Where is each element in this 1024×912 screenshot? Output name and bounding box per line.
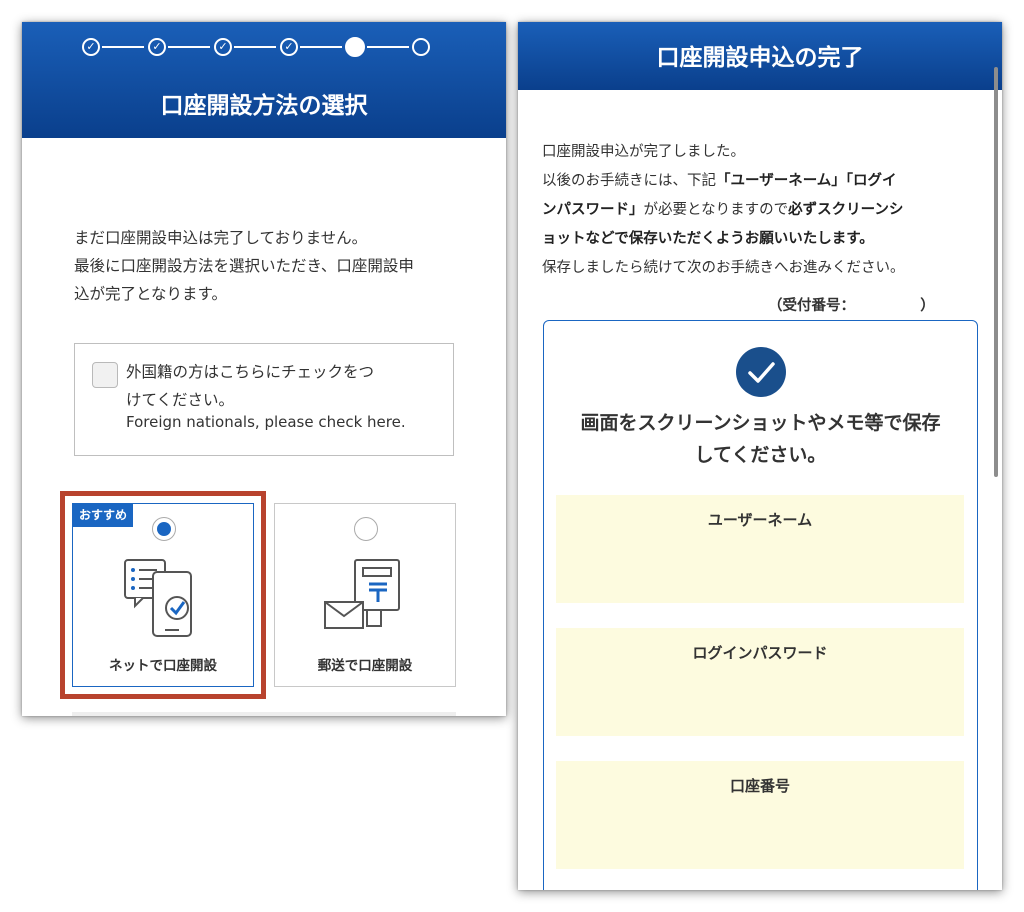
message-line: ンパスワード」が必要となりますので必ずスクリーンシ <box>542 196 982 225</box>
message-line: 以後のお手続きには、下記「ユーザーネーム」「ログイ <box>542 167 982 196</box>
phone-document-check-icon <box>124 559 192 637</box>
progress-stepper: ✓ ✓ ✓ ✓ <box>82 37 442 60</box>
login-password-field: ログインパスワード <box>556 628 964 736</box>
radio-open-online[interactable] <box>152 517 176 541</box>
save-instruction: 画面をスクリーンショットやメモ等で保存 してください。 <box>544 407 977 471</box>
step-2-done: ✓ <box>148 38 166 56</box>
username-field: ユーザーネーム <box>556 495 964 603</box>
option-open-online[interactable]: おすすめ ネットで口座開設 <box>72 503 254 687</box>
scrollbar[interactable] <box>994 67 998 477</box>
foreign-national-checkbox-group[interactable]: 外国籍の方はこちらにチェックをつ けてください。 Foreign nationa… <box>74 343 454 456</box>
page-title: 口座開設申込の完了 <box>656 45 864 71</box>
text: が必要となりますので <box>643 202 789 218</box>
recommended-badge: おすすめ <box>73 504 134 527</box>
label-line: 外国籍の方はこちらにチェックをつ <box>126 363 375 381</box>
option-label: ネットで口座開設 <box>109 658 217 674</box>
receipt-number: （受付番号： ） <box>768 298 935 314</box>
option-label: 郵送で口座開設 <box>317 658 413 674</box>
instruction-line: 画面をスクリーンショットやメモ等で保存 <box>580 412 941 434</box>
text: 以後のお手続きには、下記 <box>542 173 716 189</box>
credentials-box: 画面をスクリーンショットやメモ等で保存 してください。 ユーザーネーム ログイン… <box>543 320 978 890</box>
emphasis: ョットなどで保存いただくようお願いいたします。 <box>542 231 874 247</box>
mail-envelope-post-icon <box>324 559 400 629</box>
foreign-national-label-en: Foreign nationals, please check here. <box>126 413 406 431</box>
step-connector <box>367 46 409 48</box>
intro-line: 最後に口座開設方法を選択いただき、口座開設申 <box>74 257 414 275</box>
step-connector <box>168 46 210 48</box>
intro-text: まだ口座開設申込は完了しておりません。 最後に口座開設方法を選択いただき、口座開… <box>74 224 474 308</box>
emphasis: 「ユーザーネーム」「ログイ <box>716 173 897 189</box>
step-5-current <box>345 37 365 57</box>
field-label: 口座番号 <box>729 777 790 795</box>
label-line: けてください。 <box>126 391 235 409</box>
step-connector <box>234 46 276 48</box>
message-line: ョットなどで保存いただくようお願いいたします。 <box>542 225 982 254</box>
radio-open-by-mail[interactable] <box>354 517 378 541</box>
step-1-done: ✓ <box>82 38 100 56</box>
intro-line: まだ口座開設申込は完了しておりません。 <box>74 229 368 247</box>
step-3-done: ✓ <box>214 38 232 56</box>
divider <box>72 712 456 716</box>
step-4-done: ✓ <box>280 38 298 56</box>
check-circle-icon <box>736 347 786 397</box>
option-open-by-mail[interactable]: 郵送で口座開設 <box>274 503 456 687</box>
step-connector <box>300 46 342 48</box>
completion-message: 口座開設申込が完了しました。 以後のお手続きには、下記「ユーザーネーム」「ログイ… <box>542 138 982 283</box>
application-complete-panel: 口座開設申込の完了 口座開設申込が完了しました。 以後のお手続きには、下記「ユー… <box>518 22 1002 890</box>
step-6-pending <box>412 38 430 56</box>
intro-line: 込が完了となります。 <box>74 285 227 303</box>
header: ✓ ✓ ✓ ✓ 口座開設方法の選択 <box>22 22 506 138</box>
instruction-line: してください。 <box>694 444 827 466</box>
open-account-method-panel: ✓ ✓ ✓ ✓ 口座開設方法の選択 まだ口座開設申込は完了しておりません。 最後… <box>22 22 506 716</box>
message-line: 口座開設申込が完了しました。 <box>542 144 745 160</box>
account-number-field: 口座番号 <box>556 761 964 869</box>
header: 口座開設申込の完了 <box>518 22 1002 90</box>
page-title: 口座開設方法の選択 <box>160 93 368 119</box>
field-label: ログインパスワード <box>692 644 828 662</box>
foreign-national-checkbox[interactable] <box>92 362 118 388</box>
foreign-national-label: 外国籍の方はこちらにチェックをつ けてください。 <box>126 358 436 414</box>
step-connector <box>102 46 144 48</box>
emphasis: 必ずスクリーンシ <box>788 202 904 218</box>
field-label: ユーザーネーム <box>707 511 813 529</box>
emphasis: ンパスワード」 <box>542 202 644 218</box>
message-line: 保存しましたら続けて次のお手続きへお進みください。 <box>542 260 905 276</box>
